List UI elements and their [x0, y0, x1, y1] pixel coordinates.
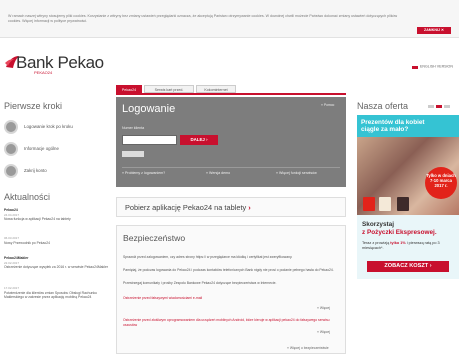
cookie-close-button[interactable]: ZAMKNIJ ✕	[417, 27, 451, 34]
security-panel: Bezpieczeństwo Sprawdź przed zalogowanie…	[116, 225, 346, 354]
offer-date-badge: Tylko w dniach 7-10 marca 2017 r.	[425, 167, 457, 199]
tablet-app-label: Pobierz aplikację Pekao24 na tablety	[125, 203, 247, 212]
tab-kokominternet[interactable]: Kokominternet	[196, 85, 236, 93]
security-tip: Sprawdź przed zalogowaniem, czy adres st…	[123, 255, 293, 259]
cookie-bar: W ramach naszej witryny stosujemy pliki …	[0, 0, 459, 38]
security-tip: Przestrzegaj komunikaty i prośby Zespołu…	[123, 281, 277, 285]
security-title: Bezpieczeństwo	[123, 233, 186, 243]
offer-note: Teraz z prowizją tylko 1% i pierwszą rat…	[362, 241, 456, 251]
news-title: Aktualności	[4, 192, 51, 202]
security-more-link[interactable]: » Więcej	[317, 330, 330, 334]
security-alert[interactable]: Ostrzeżenie przed fałszywymi wiadomościa…	[123, 296, 337, 301]
language-switch[interactable]: ENGLISH VERSION	[412, 64, 453, 69]
security-alert[interactable]: Ostrzeżenie przed złośliwym oprogramowan…	[123, 318, 337, 327]
shopping-bag-icon	[379, 197, 391, 211]
carousel-dot[interactable]	[444, 105, 450, 108]
security-tip: Pamiętaj, że podczas logowania do Pekao2…	[123, 268, 334, 272]
login-help-link[interactable]: » Pomoc	[321, 103, 334, 107]
news-item[interactable]: 06.03.2017 Nowy Przewodnik po Pekao24	[4, 236, 110, 245]
carousel-dot-active[interactable]	[436, 105, 442, 108]
tab-card-service[interactable]: Serwis kart przed.	[144, 85, 194, 93]
login-next-button[interactable]: DALEJ ›	[180, 135, 218, 145]
quick-item-label: Informacje ogólne	[24, 146, 59, 151]
bank-logo[interactable]: Bank Pekao PEKAO24	[4, 53, 104, 78]
news-item[interactable]: Pekao24Makler 22.02.2017 Ostrzeżenie dot…	[4, 256, 110, 270]
see-cost-button[interactable]: ZOBACZ KOSZT ›	[367, 261, 449, 272]
quick-item-label: Logowanie krok po kroku	[24, 124, 73, 129]
quick-start-title: Pierwsze kroki	[4, 101, 63, 111]
tabs-underline	[116, 93, 346, 95]
tablet-app-banner[interactable]: Pobierz aplikację Pekao24 na tablety ›	[116, 197, 346, 217]
login-title: Logowanie	[122, 103, 176, 115]
offer-subtitle: Skorzystaj z Pożyczki Ekspresowej.	[362, 221, 437, 236]
shopping-bag-icon	[363, 197, 375, 211]
news-text: Potwierdzenie dla klientów zmian Sposobu…	[4, 290, 97, 300]
offer-title: Nasza oferta	[357, 101, 409, 111]
security-more-link[interactable]: » Więcej	[317, 306, 330, 310]
offer-details: Skorzystaj z Pożyczki Ekspresowej. Teraz…	[357, 215, 459, 279]
news-text: Nowy Przewodnik po Pekao24	[4, 240, 50, 245]
divider	[122, 167, 340, 168]
client-number-input[interactable]	[122, 135, 177, 145]
login-panel: Logowanie » Pomoc Numer klienta DALEJ › …	[116, 97, 346, 187]
carousel-dots	[428, 105, 458, 108]
offer-subtitle-line: Skorzystaj	[362, 221, 394, 228]
quick-item-login-guide[interactable]: Logowanie krok po kroku	[4, 120, 112, 134]
more-functions-link[interactable]: » Więcej funkcji serwisów	[276, 171, 317, 175]
demo-version-link[interactable]: » Wersja demo	[206, 171, 230, 175]
news-item[interactable]: 17.02.2017 Potwierdzenie dla klientów zm…	[4, 286, 110, 300]
offer-note-highlight: tylko 1%	[390, 241, 406, 245]
keyboard-toggle[interactable]	[122, 151, 144, 157]
shopping-bag-icon	[397, 197, 409, 211]
security-all-link[interactable]: » Więcej o bezpieczeństwie	[287, 346, 329, 350]
tab-pekao24[interactable]: Pekao24	[116, 85, 142, 93]
news-text: Ostrzeżenie dotyczące wysyłek za 2016 r.…	[4, 265, 109, 270]
quick-item-label: Zakrij konto	[24, 168, 47, 173]
chevron-right-icon: ›	[248, 203, 251, 212]
carousel-dot[interactable]	[428, 105, 434, 108]
offer-headline: Prezentów dla kobiet ciągle za mało?	[361, 119, 425, 134]
offer-subtitle-line: z Pożyczki Ekspresowej.	[362, 228, 437, 236]
offer-banner[interactable]: Prezentów dla kobiet ciągle za mało? Tyl…	[357, 115, 459, 279]
user-icon	[4, 164, 18, 178]
tablet-app-text: Pobierz aplikację Pekao24 na tablety ›	[125, 203, 251, 212]
quick-item-open-account[interactable]: Zakrij konto	[4, 164, 112, 178]
info-icon	[4, 142, 18, 156]
news-text: Nowa funkcja w aplikacji Pekao24 na tabl…	[4, 217, 71, 222]
cookie-text: W ramach naszej witryny stosujemy pliki …	[8, 14, 398, 23]
client-number-label: Numer klienta	[122, 126, 145, 130]
logo-text: Bank Pekao	[16, 53, 104, 72]
quick-item-general-info[interactable]: Informacje ogólne	[4, 142, 112, 156]
news-item[interactable]: Pekao24 24.04.2017 Nowa funkcja w aplika…	[4, 208, 110, 222]
login-problems-link[interactable]: » Problemy z logowaniem?	[122, 171, 165, 175]
logo-subtitle: PEKAO24	[34, 70, 53, 75]
flag-icon	[412, 64, 418, 69]
lock-icon	[4, 120, 18, 134]
offer-note-text: Teraz z prowizją	[362, 241, 391, 245]
language-label: ENGLISH VERSION	[420, 64, 453, 69]
